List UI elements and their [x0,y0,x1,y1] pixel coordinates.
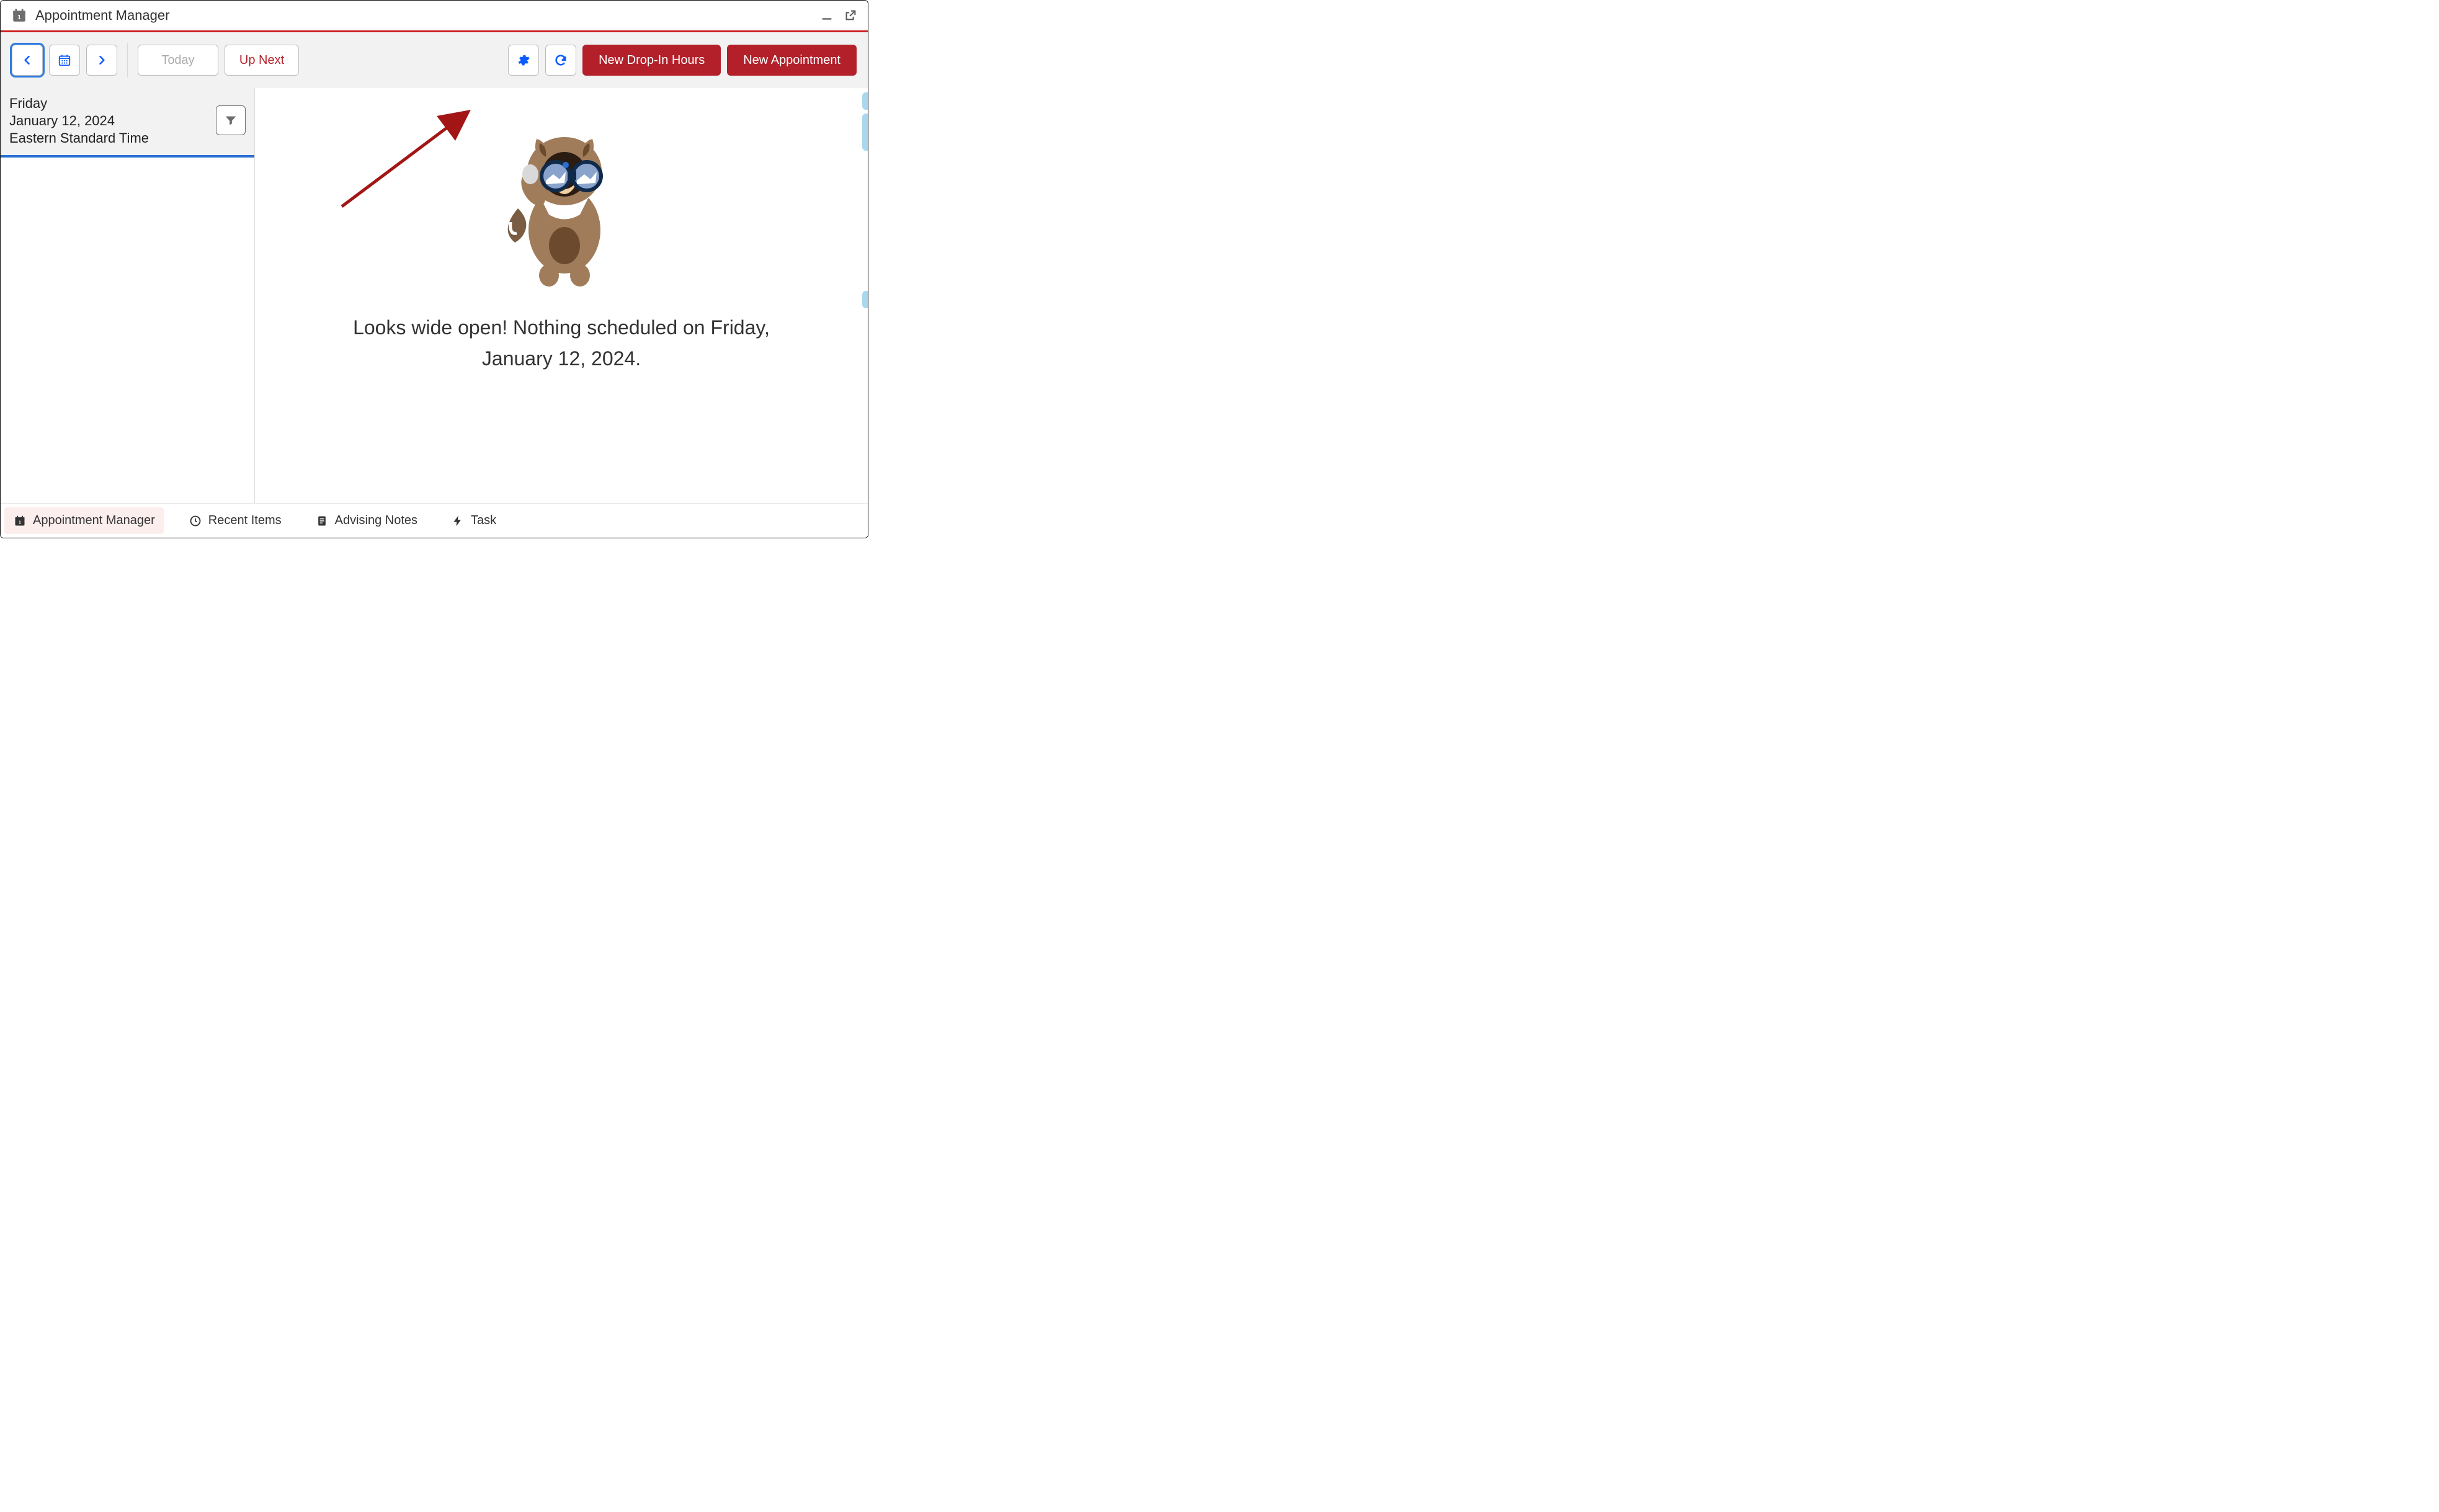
bolt-icon [451,514,465,528]
calendar-icon: 1 [13,514,27,528]
tab-recent-items[interactable]: Recent Items [180,507,290,534]
status-bar: 1 Appointment Manager Recent Items Advis… [1,503,868,538]
new-dropin-button[interactable]: New Drop-In Hours [582,45,721,76]
filter-button[interactable] [216,105,246,135]
clock-icon [189,514,202,528]
popout-button[interactable] [842,7,859,24]
previous-day-button[interactable] [12,45,43,76]
date-header: Friday January 12, 2024 Eastern Standard… [1,88,254,158]
notes-icon [315,514,329,528]
toolbar: Today Up Next New Drop-In Hours New Appo… [1,32,868,88]
toolbar-divider [127,43,128,77]
next-day-button[interactable] [86,45,117,76]
edge-tab[interactable] [862,113,868,151]
edge-tabs [862,92,868,308]
tab-appointment-manager[interactable]: 1 Appointment Manager [4,507,164,534]
current-day: Friday [9,96,149,112]
edge-tab[interactable] [862,92,868,110]
tab-label: Appointment Manager [33,514,155,528]
up-next-button[interactable]: Up Next [225,45,299,76]
title-bar: 1 Appointment Manager [1,1,868,32]
tab-task[interactable]: Task [442,507,505,534]
app-window: 1 Appointment Manager [0,0,868,538]
tab-label: Recent Items [208,514,282,528]
window-title: Appointment Manager [35,7,169,24]
svg-text:1: 1 [19,520,21,525]
content-area: Friday January 12, 2024 Eastern Standard… [1,88,868,538]
empty-state-message: Looks wide open! Nothing scheduled on Fr… [307,313,816,374]
settings-button[interactable] [508,45,539,76]
sidebar: Friday January 12, 2024 Eastern Standard… [1,88,255,538]
calendar-picker-button[interactable] [49,45,80,76]
mascot-illustration [496,122,626,289]
current-date: January 12, 2024 [9,113,149,129]
today-button[interactable]: Today [138,45,218,76]
new-appointment-button[interactable]: New Appointment [727,45,857,76]
current-timezone: Eastern Standard Time [9,130,149,146]
tab-advising-notes[interactable]: Advising Notes [306,507,426,534]
svg-text:1: 1 [17,14,21,21]
refresh-button[interactable] [545,45,576,76]
sidebar-empty [1,158,254,538]
edge-tab[interactable] [862,291,868,308]
minimize-button[interactable] [818,7,836,24]
tab-label: Advising Notes [335,514,417,528]
main-panel: Looks wide open! Nothing scheduled on Fr… [255,88,868,538]
calendar-icon: 1 [11,7,28,24]
tab-label: Task [471,514,496,528]
